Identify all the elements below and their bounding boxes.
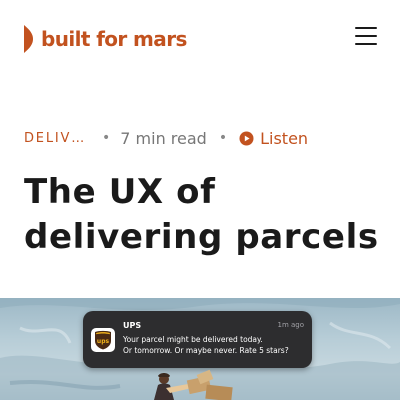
play-circle-icon (239, 131, 254, 145)
article-meta: DELIVERY • 7 min read • Listen (24, 127, 384, 149)
read-time: 7 min read (120, 128, 207, 148)
hamburger-menu-icon[interactable] (353, 27, 379, 49)
notification-app-name: UPS (123, 321, 142, 330)
separator-dot: • (102, 130, 111, 146)
title-line-2: delivering parcels (24, 217, 379, 257)
logo-text: built for mars (41, 27, 187, 51)
hero-image: ups UPS 1m ago Your parcel might be deli… (0, 298, 400, 400)
notification-message-line-2: Or tomorrow. Or maybe never. Rate 5 star… (123, 346, 289, 355)
notification-time: 1m ago (277, 321, 304, 329)
logo-mark-icon (24, 25, 33, 53)
listen-button[interactable]: Listen (239, 129, 308, 148)
site-logo[interactable]: built for mars (24, 24, 187, 54)
title-line-1: The UX of (24, 172, 216, 212)
ups-logo-icon: ups (91, 328, 115, 352)
site-header: built for mars (0, 0, 400, 78)
listen-label: Listen (260, 128, 309, 148)
ups-notification[interactable]: ups UPS 1m ago Your parcel might be deli… (83, 311, 312, 368)
svg-text:ups: ups (97, 338, 110, 345)
notification-message-line-1: Your parcel might be delivered today. (123, 335, 263, 344)
delivery-person-illustration (154, 369, 233, 400)
separator-dot: • (218, 130, 228, 146)
category-link[interactable]: DELIVERY (24, 131, 86, 146)
article-title: The UX of delivering parcels (24, 170, 384, 260)
